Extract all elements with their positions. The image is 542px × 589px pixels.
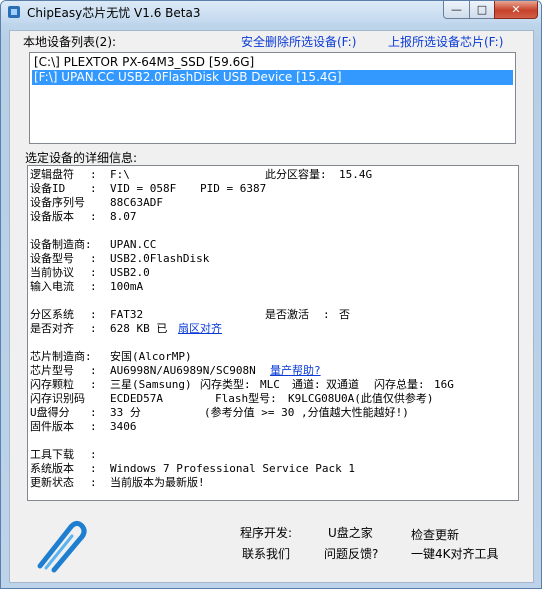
contact-link[interactable]: 联系我们 bbox=[242, 545, 290, 562]
app-window: ChipEasy芯片无忧 V1.6 Beta3 — □ ✕ 本地设备列表(2):… bbox=[0, 0, 542, 589]
client-area: 本地设备列表(2): 安全删除所选设备(F:) 上报所选设备芯片(F:) [C:… bbox=[9, 30, 534, 583]
update-label: 更新状态 bbox=[30, 476, 74, 489]
check-update-link[interactable]: 检查更新 bbox=[411, 526, 459, 543]
firmware-label: 固件版本 bbox=[30, 420, 74, 433]
model-value: USB2.0FlashDisk bbox=[110, 252, 210, 265]
sector-align-link[interactable]: 扇区对齐 bbox=[178, 322, 222, 336]
protocol-label: 当前协议 bbox=[30, 266, 74, 279]
4k-align-tool-link[interactable]: 一键4K对齐工具 bbox=[411, 545, 499, 562]
minimize-button[interactable]: — bbox=[443, 1, 470, 19]
chip-vendor-value: 安国(AlcorMP) bbox=[110, 350, 192, 363]
flash-model-label: Flash型号: bbox=[215, 392, 277, 405]
minimize-icon: — bbox=[451, 3, 462, 16]
paperclip-logo-icon bbox=[37, 520, 87, 573]
maximize-icon: □ bbox=[476, 3, 488, 16]
details-label: 选定设备的详细信息: bbox=[25, 151, 138, 165]
close-icon: ✕ bbox=[511, 3, 521, 16]
feedback-link[interactable]: 问题反馈? bbox=[324, 545, 378, 562]
model-label: 设备型号 bbox=[30, 252, 74, 265]
serial-value: 88C63ADF bbox=[110, 196, 163, 209]
title-bar[interactable]: ChipEasy芯片无忧 V1.6 Beta3 — □ ✕ bbox=[1, 1, 541, 23]
flash-id-label: 闪存识别码 bbox=[30, 392, 85, 405]
manufacturer-label: 设备制造商: bbox=[30, 238, 92, 251]
flash-channel-label: 通道: bbox=[292, 378, 321, 391]
app-icon bbox=[8, 6, 20, 18]
chip-model-label: 芯片型号 bbox=[30, 364, 74, 377]
flash-type-value: MLC bbox=[260, 378, 280, 391]
version-label: 设备版本 bbox=[30, 210, 74, 223]
developer-label: 程序开发: bbox=[240, 526, 293, 540]
protocol-value: USB2.0 bbox=[110, 266, 150, 279]
current-label: 输入电流 bbox=[30, 280, 74, 293]
partition-capacity-value: 15.4G bbox=[339, 168, 373, 181]
flash-model-value: K9LCG08U0A(此值仅供参考) bbox=[288, 392, 434, 405]
flash-label: 闪存颗粒 bbox=[30, 378, 74, 391]
fs-label: 分区系统 bbox=[30, 308, 74, 321]
report-chip-link[interactable]: 上报所选设备芯片(F:) bbox=[388, 33, 503, 50]
vid-value: VID = 058F bbox=[110, 182, 177, 195]
os-value: Windows 7 Professional Service Pack 1 bbox=[110, 462, 356, 475]
flash-id-value: ECDED57A bbox=[110, 392, 163, 405]
flash-total-value: 16G bbox=[434, 378, 454, 391]
device-item-f[interactable]: [F:\] UPAN.CC USB2.0FlashDisk USB Device… bbox=[31, 69, 514, 86]
pid-value: PID = 6387 bbox=[200, 182, 267, 195]
device-list-label: 本地设备列表(2): bbox=[23, 35, 117, 49]
device-item-c[interactable]: [C:\] PLEXTOR PX-64M3_SSD [59.6G] bbox=[32, 55, 513, 70]
logical-drive-label: 逻辑盘符 bbox=[30, 168, 74, 181]
close-button[interactable]: ✕ bbox=[494, 1, 538, 19]
score-value: 33 分 bbox=[110, 406, 141, 419]
fs-value: FAT32 bbox=[110, 308, 144, 321]
score-note: (参考分值 >= 30 ,分值越大性能越好!) bbox=[204, 406, 409, 419]
serial-label: 设备序列号 bbox=[30, 196, 85, 209]
flash-value: 三星(Samsung) bbox=[110, 378, 192, 391]
upan-home-link[interactable]: U盘之家 bbox=[328, 524, 373, 541]
maximize-button[interactable]: □ bbox=[469, 1, 495, 19]
version-value: 8.07 bbox=[110, 210, 137, 223]
firmware-value: 3406 bbox=[110, 420, 137, 433]
window-title: ChipEasy芯片无忧 V1.6 Beta3 bbox=[27, 6, 201, 20]
device-listbox[interactable]: [C:\] PLEXTOR PX-64M3_SSD [59.6G] [F:\] … bbox=[29, 52, 516, 144]
update-value: 当前版本为最新版! bbox=[110, 476, 205, 489]
logical-drive-value: F:\ bbox=[110, 168, 130, 181]
chip-vendor-label: 芯片制造商: bbox=[30, 350, 92, 363]
active-label: 是否激活 bbox=[265, 308, 309, 321]
flash-channel-value: 双通道 bbox=[326, 378, 359, 391]
chip-model-value: AU6998N/AU6989N/SC908N bbox=[110, 364, 256, 377]
score-label: U盘得分 bbox=[30, 406, 70, 419]
flash-type-label: 闪存类型: bbox=[200, 378, 251, 391]
aligned-value: 628 KB 已 bbox=[110, 322, 168, 335]
current-value: 100mA bbox=[110, 280, 144, 293]
details-panel: 逻辑盘符 : F:\ 此分区容量: 15.4G 设备ID : VID = 058… bbox=[27, 165, 519, 501]
mass-production-help-link[interactable]: 量产帮助? bbox=[270, 364, 321, 378]
safe-remove-link[interactable]: 安全删除所选设备(F:) bbox=[241, 33, 356, 50]
device-id-label: 设备ID bbox=[30, 182, 66, 195]
tools-label: 工具下载 bbox=[30, 448, 74, 461]
flash-total-label: 闪存总量: bbox=[374, 378, 425, 391]
manufacturer-value: UPAN.CC bbox=[110, 238, 157, 251]
partition-capacity-label: 此分区容量: bbox=[265, 168, 327, 181]
os-label: 系统版本 bbox=[30, 462, 74, 475]
aligned-label: 是否对齐 bbox=[30, 322, 74, 335]
active-value: 否 bbox=[339, 308, 350, 321]
